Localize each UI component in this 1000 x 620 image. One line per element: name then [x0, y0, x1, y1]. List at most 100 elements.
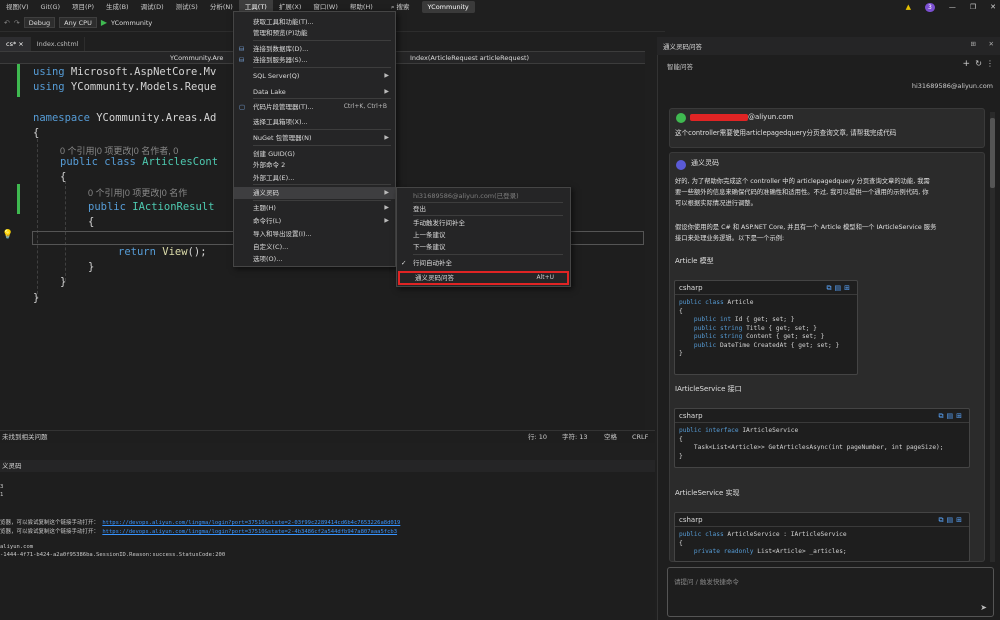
redacted-mark: [690, 113, 748, 121]
tools-menu-item[interactable]: 命令行(L) ▶: [234, 215, 395, 227]
menu-item[interactable]: 视图(V): [0, 0, 35, 14]
code-token: using: [33, 66, 65, 78]
tools-menu-item[interactable]: 外部命令 2: [234, 159, 395, 171]
new-chat-icon[interactable]: +: [962, 59, 970, 69]
chat-mode-label: 智能问答: [667, 63, 693, 71]
tools-menu-item[interactable]: ⛁ 连接到服务器(S)...: [234, 54, 395, 66]
next-suggestion-item[interactable]: 下一条建议: [397, 241, 570, 253]
code-line: public string Title { get; set; }: [679, 325, 817, 332]
code-line: private readonly List<Article> _articles…: [679, 548, 847, 555]
warning-icon[interactable]: ▲: [906, 3, 911, 11]
tools-menu: 获取工具和功能(T)... 管理和预览(P)功能 ⛁ 连接到数据库(D)... ⛁ 连接到…: [233, 11, 396, 267]
auto-complete-item[interactable]: ✓ 行间自动补全: [397, 257, 570, 269]
logout-item[interactable]: 登出: [397, 203, 570, 215]
tools-menu-item[interactable]: 导入和导出设置(I)...: [234, 228, 395, 240]
tab-index-cshtml[interactable]: Index.cshtml: [31, 37, 86, 51]
codelens[interactable]: 0 个引用|0 项更改|0 名作: [88, 186, 187, 199]
platform-dropdown[interactable]: Any CPU: [59, 17, 97, 28]
menu-separator: [253, 184, 391, 185]
manual-trigger-item[interactable]: 手动触发行间补全: [397, 217, 570, 229]
menu-item[interactable]: 生成(B): [100, 0, 135, 14]
solution-name-badge[interactable]: YCommunity: [421, 1, 475, 13]
snippet-icon: ▢: [239, 103, 246, 111]
code-text: DateTime CreatedAt { get; set; }: [716, 341, 840, 349]
code-line: public class ArticleService : IArticleSe…: [679, 531, 847, 538]
open-chat-item[interactable]: 通义灵码问答 Alt+U: [398, 271, 569, 285]
more-icon[interactable]: ⋮: [986, 59, 994, 68]
issues-label[interactable]: 未找到相关问题: [2, 431, 48, 444]
answer-text: 接口来处理业务逻辑。以下是一个示例:: [675, 235, 785, 242]
code-token: public: [88, 201, 126, 213]
restore-icon[interactable]: ❐: [970, 3, 976, 11]
run-target[interactable]: YCommunity: [111, 19, 152, 27]
menu-label: 主题(H): [253, 204, 276, 212]
code-token: Microsoft.AspNetCore.Mv: [64, 66, 217, 78]
tools-menu-item[interactable]: ▢ 代码片段管理器(T)... Ctrl+K, Ctrl+B: [234, 101, 395, 113]
whitespace-indicator[interactable]: 空格: [604, 431, 617, 444]
tools-menu-item[interactable]: 自定义(C)...: [234, 241, 395, 253]
eol-indicator[interactable]: CRLF: [632, 431, 648, 444]
prev-suggestion-item[interactable]: 上一条建议: [397, 229, 570, 241]
chat-input-placeholder: 请提问 / 触发快捷命令: [674, 578, 739, 586]
close-icon[interactable]: ✕: [990, 3, 996, 11]
config-dropdown[interactable]: Debug: [23, 17, 56, 28]
code-language: csharp: [679, 516, 703, 524]
code-keyword: public interface: [679, 427, 739, 434]
code-keyword: public string: [679, 333, 743, 340]
menu-separator: [253, 40, 391, 41]
menu-label: SQL Server(Q): [253, 72, 300, 80]
code-token: namespace: [33, 112, 90, 124]
tab-controller[interactable]: cs* ×: [0, 37, 31, 51]
menu-separator: [253, 200, 391, 201]
tools-menu-item[interactable]: 外部工具(E)...: [234, 172, 395, 184]
output-source[interactable]: 义灵码: [2, 460, 22, 472]
tools-menu-item[interactable]: 通义灵码 ▶: [234, 187, 395, 199]
lightbulb-icon[interactable]: 💡: [2, 230, 13, 240]
undo-icon[interactable]: ↶: [4, 19, 10, 27]
tools-menu-item[interactable]: 选择工具箱项(X)...: [234, 116, 395, 128]
tools-menu-item[interactable]: 选项(O)...: [234, 253, 395, 265]
menu-item[interactable]: 调试(D): [135, 0, 170, 14]
minimize-icon[interactable]: —: [949, 3, 956, 11]
submenu-arrow-icon: ▶: [384, 134, 389, 141]
redo-icon[interactable]: ↷: [14, 19, 20, 27]
code-actions[interactable]: ⧉▤⊞: [827, 281, 853, 295]
change-marker: [17, 184, 20, 214]
char-indicator[interactable]: 字符: 13: [562, 431, 588, 444]
pin-icon[interactable]: ⊞: [971, 40, 976, 48]
menu-item[interactable]: 项目(P): [66, 0, 100, 14]
tools-menu-item[interactable]: SQL Server(Q) ▶: [234, 70, 395, 82]
tools-menu-item[interactable]: NuGet 包管理器(N) ▶: [234, 132, 395, 144]
send-icon[interactable]: ➤: [980, 603, 987, 612]
history-icon[interactable]: ↻: [975, 59, 982, 68]
code-keyword: public: [679, 341, 717, 349]
menu-label: 选择工具箱项(X)...: [253, 118, 308, 126]
output-line: 3: [0, 484, 4, 490]
line-indicator[interactable]: 行: 10: [528, 431, 547, 444]
tools-menu-item[interactable]: Data Lake ▶: [234, 86, 395, 98]
menu-separator: [253, 145, 391, 146]
code-language: csharp: [679, 412, 703, 420]
code-block: csharp ⧉▤⊞ public class Article { public i…: [674, 280, 858, 375]
login-link[interactable]: https://devops.aliyun.com/lingma/login?p…: [102, 520, 400, 526]
code-actions[interactable]: ⧉▤⊞: [939, 409, 965, 423]
login-link[interactable]: https://devops.aliyun.com/lingma/login?p…: [102, 529, 397, 535]
tools-menu-item[interactable]: 主题(H) ▶: [234, 202, 395, 214]
code-token: YCommunity.Areas.Ad: [89, 112, 217, 124]
submenu-arrow-icon: ▶: [384, 88, 389, 95]
chat-input[interactable]: 请提问 / 触发快捷命令 ➤: [667, 567, 994, 617]
member-navigator[interactable]: Index(ArticleRequest articleRequest): [410, 52, 529, 64]
code-actions[interactable]: ⧉▤⊞: [939, 513, 965, 527]
output-panel[interactable]: 3 1 览器，可以尝试复制这个链接手动打开： https://devops.al…: [0, 472, 655, 620]
run-icon[interactable]: ▶: [101, 18, 107, 27]
menu-label: 连接到服务器(S)...: [253, 56, 308, 64]
notification-badge[interactable]: 3: [925, 2, 935, 12]
chat-scrollbar-thumb[interactable]: [990, 118, 995, 188]
menu-item[interactable]: 测试(S): [170, 0, 204, 14]
close-icon[interactable]: ✕: [989, 40, 994, 48]
tools-menu-item[interactable]: 管理和预览(P)功能: [234, 27, 395, 39]
class-navigator[interactable]: YCommunity.Are: [170, 52, 223, 64]
code-line: Task<List<Article>> GetArticlesAsync(int…: [679, 444, 944, 451]
code-line: }: [88, 261, 95, 273]
menu-item[interactable]: Git(G): [35, 0, 67, 14]
